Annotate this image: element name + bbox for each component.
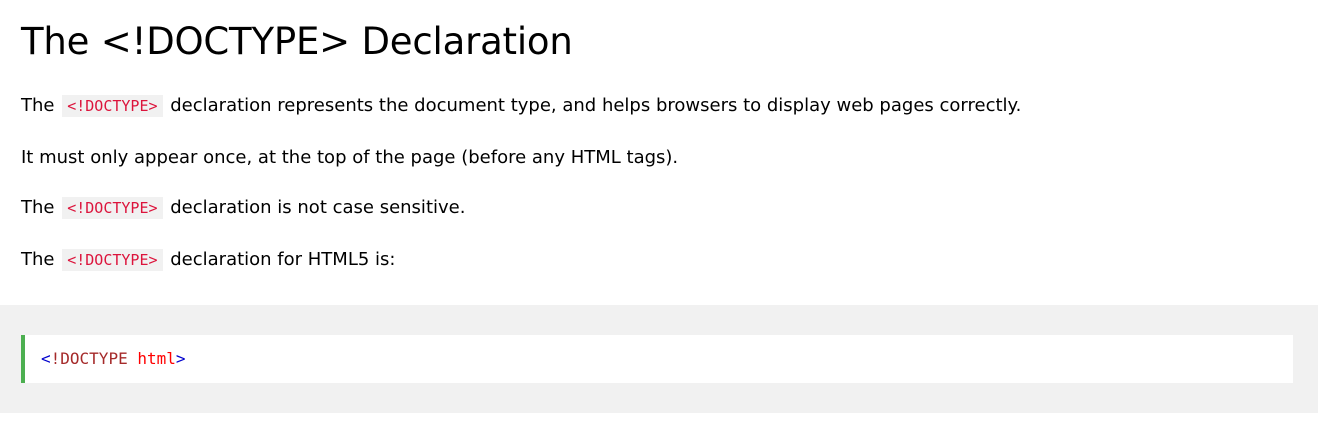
page-title: The <!DOCTYPE> Declaration [21,20,573,63]
paragraph-case-sensitivity: The <!DOCTYPE> declaration is not case s… [21,196,1318,220]
paragraph-text: declaration is not case sensitive. [164,197,466,218]
main-content: The <!DOCTYPE> Declaration The <!DOCTYPE… [0,0,1318,272]
paragraph-text: The [21,249,61,270]
paragraph-text: declaration for HTML5 is: [164,249,396,270]
paragraph-doctype-placement: It must only appear once, at the top of … [21,147,679,168]
paragraph-text: declaration represents the document type… [164,95,1022,116]
inline-code-doctype: <!DOCTYPE> [62,249,163,271]
code-html-attribute: html [127,349,176,368]
inline-code-doctype: <!DOCTYPE> [62,95,163,117]
example-panel: <!DOCTYPE html> [0,305,1318,413]
code-doctype-keyword: !DOCTYPE [50,349,128,368]
paragraph-html5-doctype: The <!DOCTYPE> declaration for HTML5 is: [21,248,1318,272]
code-close-bracket: > [175,349,186,368]
code-open-bracket: < [41,349,51,368]
paragraph-text: The [21,95,61,116]
page-scrollbar[interactable] [1318,0,1340,434]
paragraph-text: The [21,197,61,218]
paragraph-doctype-purpose: The <!DOCTYPE> declaration represents th… [21,94,1318,118]
code-example[interactable]: <!DOCTYPE html> [21,335,1293,383]
inline-code-doctype: <!DOCTYPE> [62,197,163,219]
